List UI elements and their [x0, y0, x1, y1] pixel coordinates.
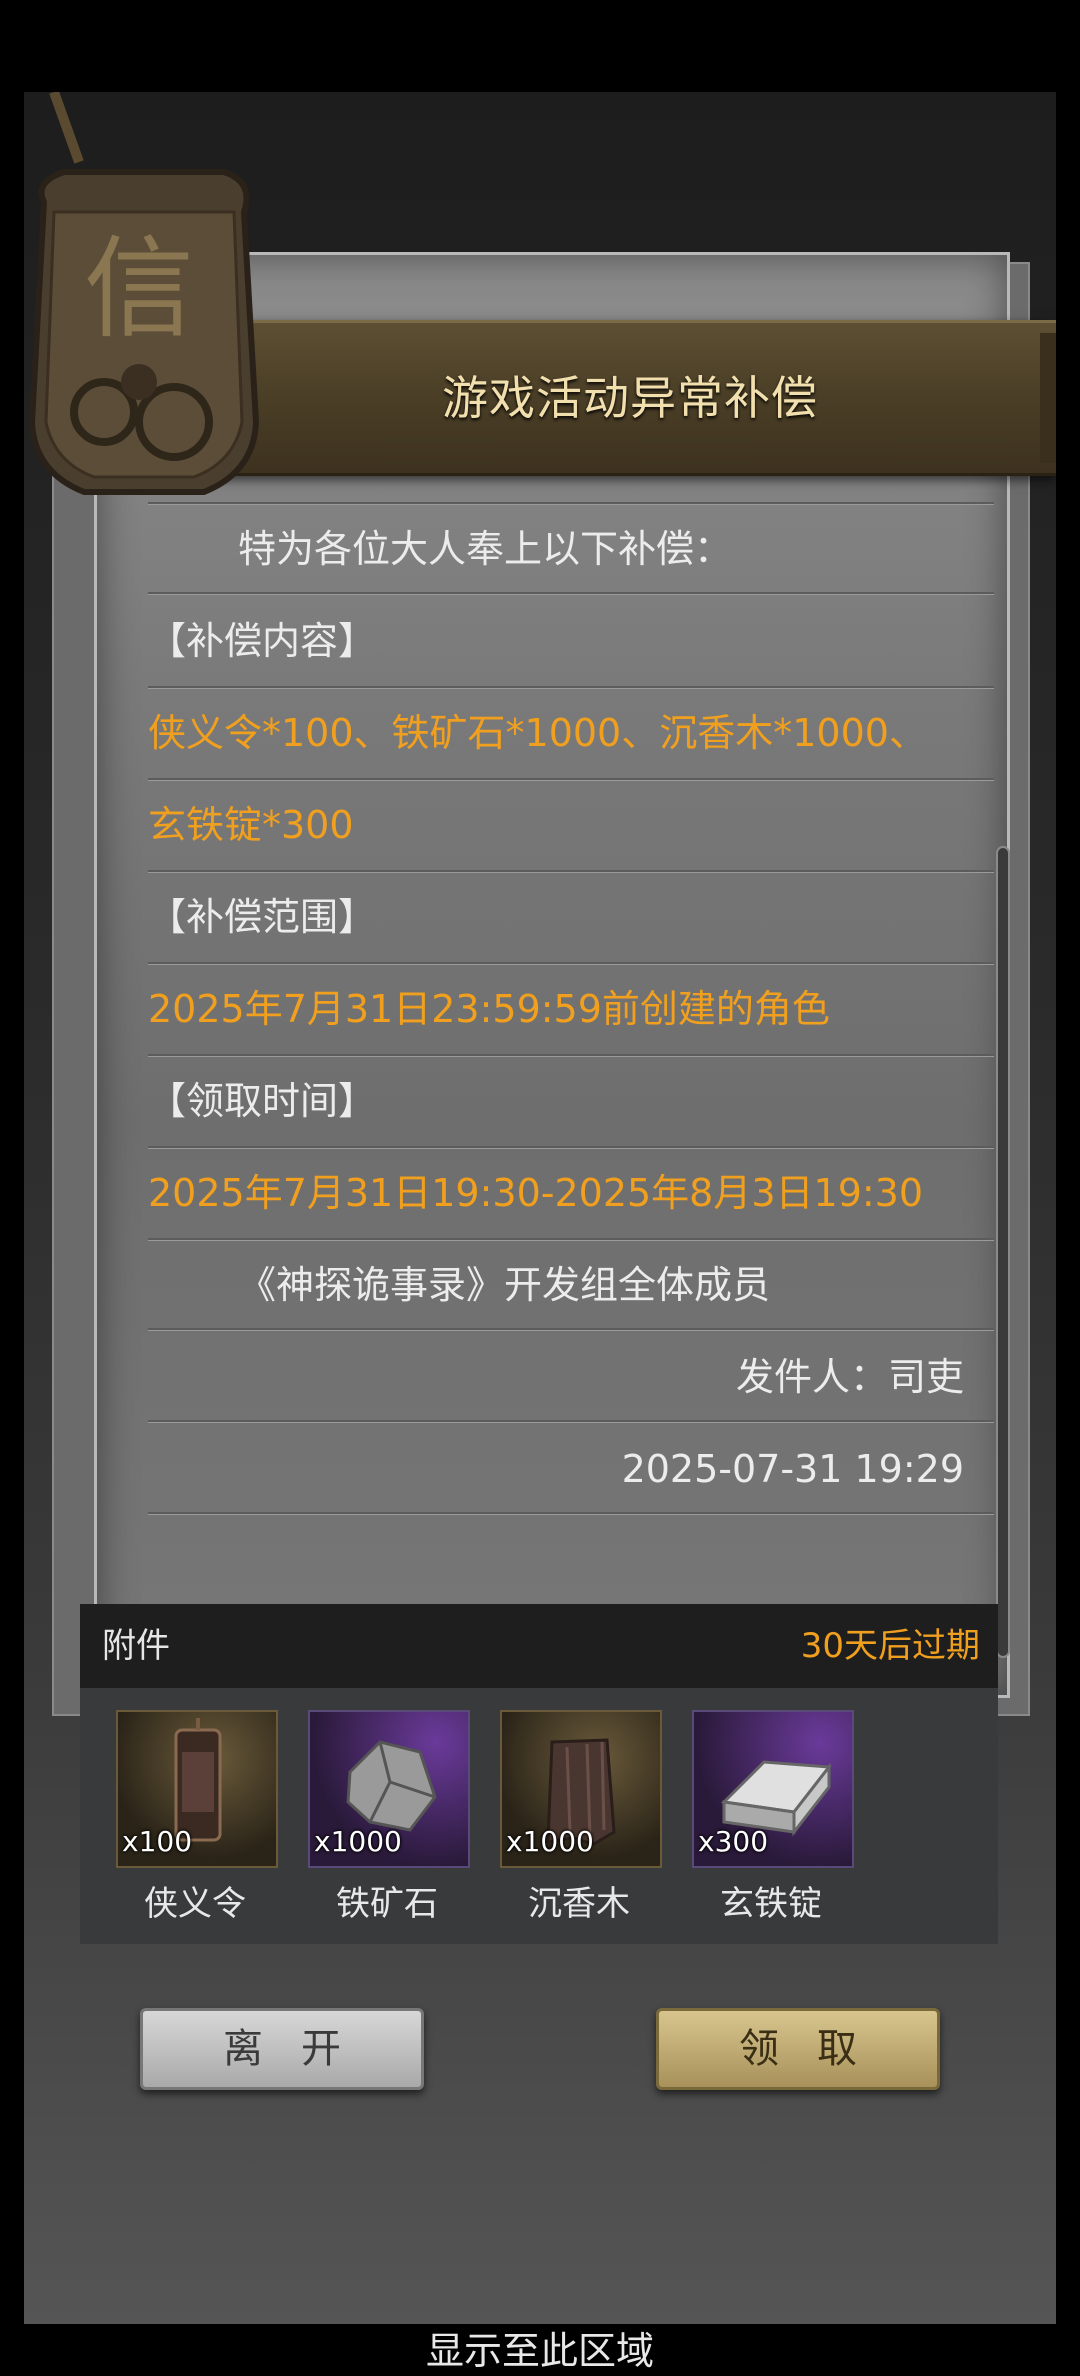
attachment-item[interactable]: x300 玄铁锭 — [692, 1710, 854, 1925]
mail-line: 【补偿范围】 — [148, 872, 994, 964]
display-area-hint: 显示至此区域 — [425, 2329, 654, 2373]
mail-line: 开发组全体成员向所有玩家诚挚致歉。 — [148, 472, 994, 504]
attachments-list: x100 侠义令 x1000 铁矿石 x1000 沉香木 x300 玄铁锭 — [80, 1688, 998, 1944]
token-icon: x100 — [116, 1710, 278, 1868]
attachments-label: 附件 — [102, 1626, 170, 1666]
mail-line: 2025年7月31日23:59:59前创建的角色 — [148, 964, 994, 1056]
mail-line: 2025年7月31日19:30-2025年8月3日19:30 — [148, 1148, 994, 1240]
mail-body[interactable]: 开发组全体成员向所有玩家诚挚致歉。 特为各位大人奉上以下补偿： 【补偿内容】 侠… — [124, 472, 994, 1672]
item-qty: x1000 — [314, 1825, 402, 1858]
mail-line: 玄铁锭*300 — [148, 780, 994, 872]
mail-window: 开发组全体成员向所有玩家诚挚致歉。 特为各位大人奉上以下补偿： 【补偿内容】 侠… — [24, 92, 1056, 2324]
mail-line: 《神探诡事录》开发组全体成员 — [148, 1240, 994, 1330]
scrollbar[interactable] — [996, 846, 1010, 1658]
mail-line: 侠义令*100、铁矿石*1000、沉香木*1000、 — [148, 688, 994, 780]
attachment-item[interactable]: x100 侠义令 — [116, 1710, 278, 1925]
attachment-item[interactable]: x1000 沉香木 — [500, 1710, 662, 1925]
attachments-header: 附件 30天后过期 — [80, 1604, 998, 1688]
mail-title: 游戏活动异常补偿 — [442, 371, 818, 425]
claim-button[interactable]: 领取 — [656, 2008, 940, 2090]
mail-line: 【补偿内容】 — [148, 596, 994, 688]
attachment-item[interactable]: x1000 铁矿石 — [308, 1710, 470, 1925]
item-name: 玄铁锭 — [720, 1884, 822, 1924]
mail-date: 2025-07-31 19:29 — [148, 1424, 994, 1514]
item-qty: x300 — [698, 1825, 769, 1858]
item-name: 沉香木 — [528, 1884, 630, 1924]
agarwood-icon: x1000 — [500, 1710, 662, 1868]
leave-button[interactable]: 离开 — [140, 2008, 424, 2090]
iron-ore-icon: x1000 — [308, 1710, 470, 1868]
seal-pendant-icon: 信 — [24, 92, 264, 512]
pendant-char: 信 — [84, 225, 194, 353]
mail-sender: 发件人：司吏 — [148, 1332, 994, 1422]
mail-line: 【领取时间】 — [148, 1056, 994, 1148]
item-name: 侠义令 — [144, 1884, 246, 1924]
mail-line: 特为各位大人奉上以下补偿： — [148, 504, 994, 594]
title-banner: 游戏活动异常补偿 — [204, 320, 1056, 476]
iron-ingot-icon: x300 — [692, 1710, 854, 1868]
item-qty: x100 — [122, 1825, 193, 1858]
item-qty: x1000 — [506, 1825, 594, 1858]
attachments-expiry: 30天后过期 — [800, 1626, 980, 1666]
item-name: 铁矿石 — [336, 1884, 438, 1924]
